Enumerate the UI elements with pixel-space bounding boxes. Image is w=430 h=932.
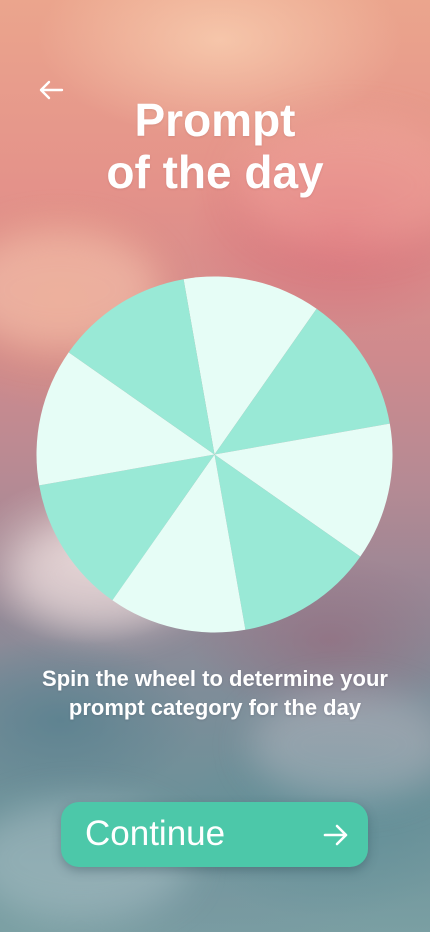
arrow-right-icon bbox=[323, 824, 348, 846]
instruction-text: Spin the wheel to determine your prompt … bbox=[42, 666, 388, 720]
page-title-line2: of the day bbox=[106, 146, 324, 198]
prompt-wheel[interactable] bbox=[36, 276, 393, 633]
page-title-line1: Prompt bbox=[134, 94, 296, 146]
continue-button[interactable]: Continue bbox=[61, 802, 368, 867]
continue-label: Continue bbox=[85, 814, 226, 853]
page-title: Prompt of the day bbox=[0, 94, 430, 198]
screen: Prompt of the day Spin the wheel to dete… bbox=[0, 0, 430, 932]
